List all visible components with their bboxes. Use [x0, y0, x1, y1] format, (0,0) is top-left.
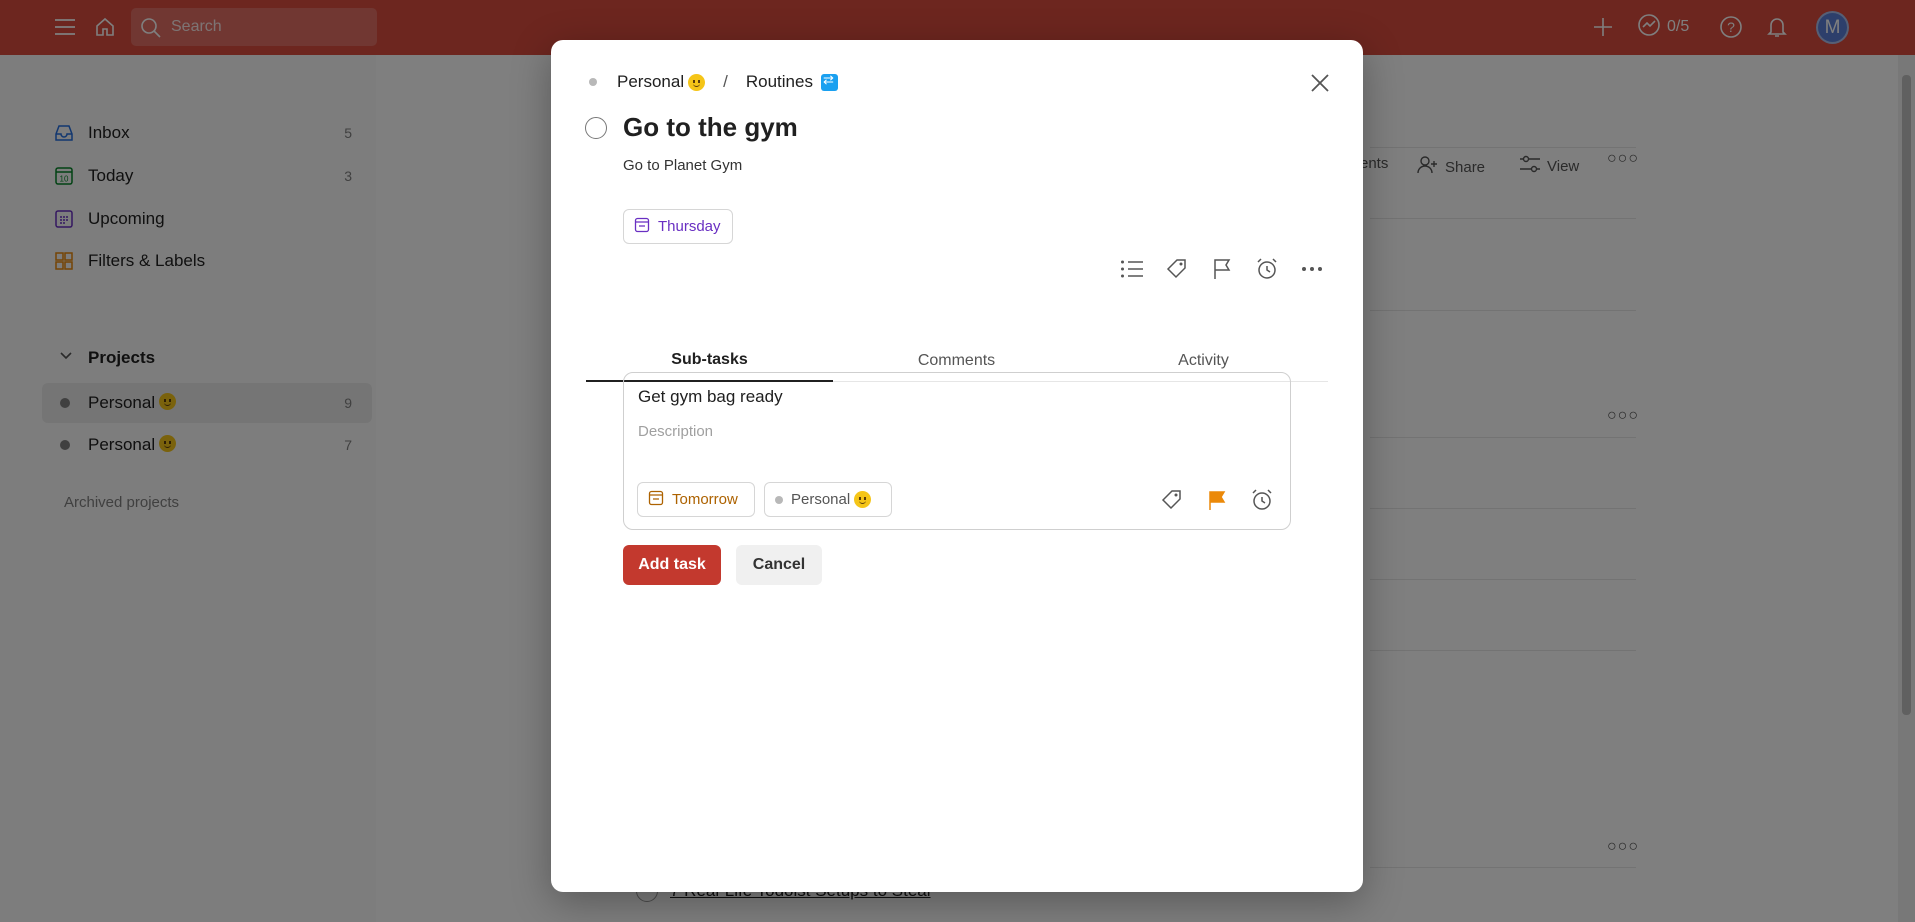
smiley-emoji-icon — [688, 73, 706, 91]
task-title[interactable]: Go to the gym — [623, 112, 798, 143]
more-options-icon[interactable] — [1297, 254, 1327, 284]
subtask-date-chip[interactable]: Tomorrow — [637, 482, 755, 517]
project-color-dot — [775, 495, 783, 504]
subtask-name-input[interactable] — [638, 387, 1238, 407]
breadcrumb-project[interactable]: Personal — [617, 72, 684, 92]
subtask-editor: Tomorrow Personal — [623, 372, 1291, 530]
close-icon[interactable] — [1305, 68, 1335, 98]
add-task-button[interactable]: Add task — [623, 545, 721, 585]
due-date-chip[interactable]: Thursday — [623, 209, 733, 244]
cancel-button[interactable]: Cancel — [736, 545, 822, 585]
task-detail-modal: Personal / Routines Go to the gym Go to … — [551, 40, 1363, 892]
breadcrumb: Personal / Routines — [589, 70, 838, 94]
smiley-emoji-icon — [854, 491, 872, 508]
project-color-dot — [589, 78, 597, 86]
subtask-project-label: Personal — [791, 491, 851, 508]
calendar-icon — [648, 490, 664, 510]
subtask-description-input[interactable] — [638, 423, 1238, 440]
reminder-alarm-icon[interactable] — [1252, 254, 1282, 284]
subtask-date-label: Tomorrow — [672, 491, 738, 508]
task-description[interactable]: Go to Planet Gym — [623, 157, 742, 174]
repeat-icon — [820, 72, 838, 91]
subtask-project-chip[interactable]: Personal — [764, 482, 892, 517]
reminder-alarm-icon[interactable] — [1247, 485, 1277, 515]
label-tag-icon[interactable] — [1157, 485, 1187, 515]
due-date-label: Thursday — [658, 218, 721, 235]
task-complete-checkbox[interactable] — [585, 117, 607, 139]
calendar-icon — [634, 217, 650, 237]
priority-flag-icon[interactable] — [1202, 485, 1232, 515]
subtask-list-icon[interactable] — [1117, 254, 1147, 284]
priority-flag-icon[interactable] — [1207, 254, 1237, 284]
breadcrumb-separator: / — [723, 72, 728, 91]
breadcrumb-section[interactable]: Routines — [746, 72, 813, 92]
label-tag-icon[interactable] — [1162, 254, 1192, 284]
